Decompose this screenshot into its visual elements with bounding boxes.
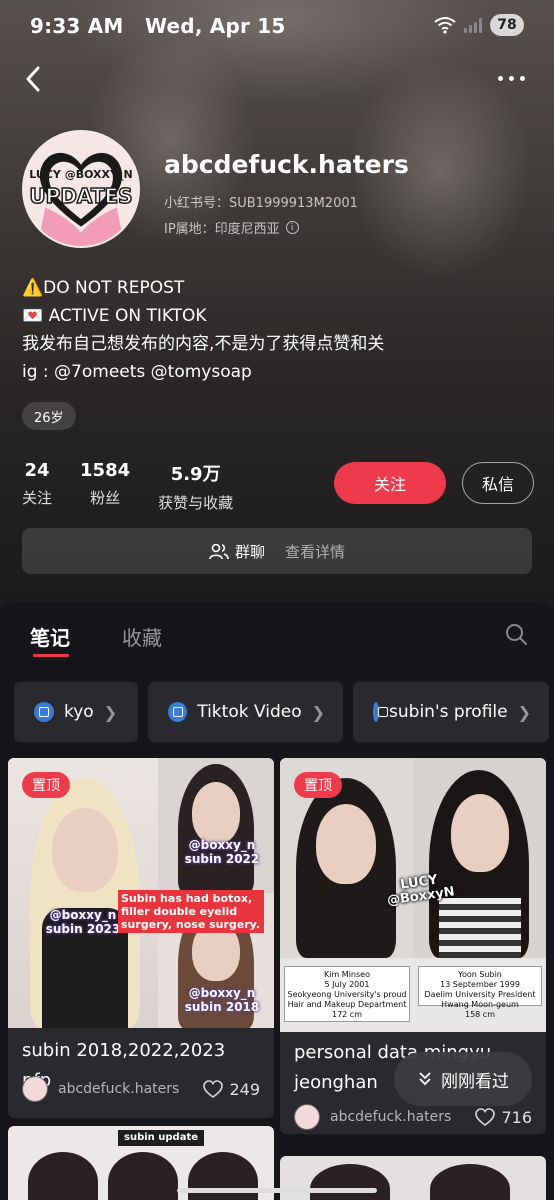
recently-viewed-button[interactable]: 刚刚看过 (394, 1052, 532, 1106)
message-button[interactable]: 私信 (462, 462, 534, 504)
battery-indicator: 78 (490, 14, 524, 36)
image-caption: subin update (118, 1130, 205, 1146)
note-author: abcdefuck.haters (58, 1081, 180, 1097)
group-icon (209, 543, 229, 560)
chevron-right-icon: ❯ (517, 702, 531, 722)
home-indicator[interactable] (177, 1188, 377, 1193)
top-nav (0, 56, 554, 104)
like-count: 249 (229, 1079, 260, 1099)
heart-icon[interactable] (475, 1108, 496, 1126)
stat-likes-collects[interactable]: 5.9万 获赞与收藏 (158, 460, 233, 513)
collection-chip[interactable]: subin's profile ❯ (353, 682, 549, 742)
avatar-text-top: LUCY @BOXXY_N (29, 168, 133, 181)
collection-chips: kyo ❯ Tiktok Video ❯ subin's profile ❯ (14, 682, 549, 742)
stat-followers[interactable]: 1584 粉丝 (80, 460, 130, 513)
status-icons: 78 (434, 14, 524, 36)
note-author: abcdefuck.haters (330, 1109, 452, 1125)
age-tag: 26岁 (22, 402, 76, 430)
note-card[interactable] (280, 1156, 546, 1200)
info-icon[interactable]: i (285, 221, 299, 234)
chevron-right-icon: ❯ (311, 702, 325, 722)
group-chat-bar[interactable]: 群聊 查看详情 (22, 528, 532, 574)
note-card[interactable]: 置顶 @boxxy_n subin 2022 @boxxy_n subin 20… (8, 758, 274, 1118)
recently-viewed-label: 刚刚看过 (441, 1071, 509, 1092)
heart-icon[interactable] (203, 1080, 224, 1098)
image-caption: @boxxy_n subin 2023 (45, 908, 121, 936)
link-icon (168, 702, 188, 722)
collection-label: subin's profile (389, 702, 508, 722)
status-time: 9:33 AM Wed, Apr 15 (30, 14, 286, 38)
avatar-text-main: UPDATES (29, 183, 134, 209)
image-caption: @boxxy_n subin 2022 (184, 838, 260, 866)
collection-chip[interactable]: Tiktok Video ❯ (148, 682, 343, 742)
note-cover-image: 置顶 LUCY @BoxxyN Kim Minseo 5 July 2001 S… (280, 758, 546, 1032)
bio-line: 💌 ACTIVE ON TIKTOK (22, 306, 207, 326)
search-icon[interactable] (504, 622, 528, 646)
stat-following[interactable]: 24 关注 (22, 460, 52, 513)
profile-header: LUCY @BOXXY_N UPDATES abcdefuck.haters 小… (22, 130, 532, 248)
group-chat-label: 群聊 (234, 542, 265, 561)
more-options-icon[interactable] (498, 68, 532, 88)
tab-bar: 笔记 收藏 (0, 602, 554, 664)
link-icon (373, 702, 389, 722)
bio-line: 我发布自己想发布的内容,不是为了获得点赞和关 (22, 334, 385, 354)
like-count: 716 (501, 1107, 532, 1127)
author-avatar (22, 1076, 48, 1102)
stat-value: 1584 (80, 460, 131, 481)
stat-value: 24 (24, 460, 50, 481)
image-caption-red: Subin has had botox, filler double eyeli… (118, 890, 264, 933)
signal-icon (464, 17, 482, 33)
pinned-badge: 置顶 (294, 772, 342, 798)
collection-chip[interactable]: kyo ❯ (14, 682, 138, 742)
chevron-right-icon: ❯ (103, 702, 118, 722)
author-avatar (294, 1104, 320, 1130)
id-card: Yoon Subin 13 September 1999 Daelim Univ… (418, 966, 542, 1019)
back-arrow-icon[interactable] (20, 62, 50, 96)
stat-label: 获赞与收藏 (158, 494, 234, 512)
red-id: 小红书号：SUB1999913M2001 (164, 196, 358, 211)
note-footer: abcdefuck.haters 249 (22, 1076, 260, 1102)
bio-line: ig : @7omeets @tomysoap (22, 362, 252, 382)
tab-collections[interactable]: 收藏 (122, 622, 162, 651)
avatar[interactable]: LUCY @BOXXY_N UPDATES (22, 130, 140, 248)
group-chat-detail: 查看详情 (285, 542, 346, 561)
pinned-badge: 置顶 (22, 772, 70, 798)
tab-notes[interactable]: 笔记 (30, 622, 70, 651)
status-bar: 9:33 AM Wed, Apr 15 78 (0, 0, 554, 52)
link-icon (34, 702, 54, 722)
stat-label: 粉丝 (90, 489, 121, 507)
note-footer: abcdefuck.haters 716 (294, 1104, 532, 1130)
username: abcdefuck.haters (164, 150, 409, 179)
wifi-icon (434, 16, 456, 34)
bio: ⚠️DO NOT REPOST 💌 ACTIVE ON TIKTOK 我发布自己… (22, 274, 542, 386)
note-cover-image: 置顶 @boxxy_n subin 2022 @boxxy_n subin 20… (8, 758, 274, 1028)
collection-label: Tiktok Video (197, 702, 302, 722)
id-card: Kim Minseo 5 July 2001 Seokyeong Univers… (284, 966, 410, 1022)
stat-label: 关注 (22, 489, 53, 507)
image-caption: @boxxy_n subin 2018 (184, 986, 260, 1014)
tab-underline (33, 654, 69, 657)
collection-label: kyo (64, 702, 94, 722)
stat-value: 5.9万 (170, 464, 221, 485)
follow-button[interactable]: 关注 (334, 462, 446, 504)
bio-line: ⚠️DO NOT REPOST (22, 278, 185, 298)
profile-stats: 24 关注 1584 粉丝 5.9万 获赞与收藏 (22, 460, 261, 513)
chevrons-down-icon (419, 1072, 431, 1086)
ip-location: IP属地：印度尼西亚 i (164, 218, 299, 237)
